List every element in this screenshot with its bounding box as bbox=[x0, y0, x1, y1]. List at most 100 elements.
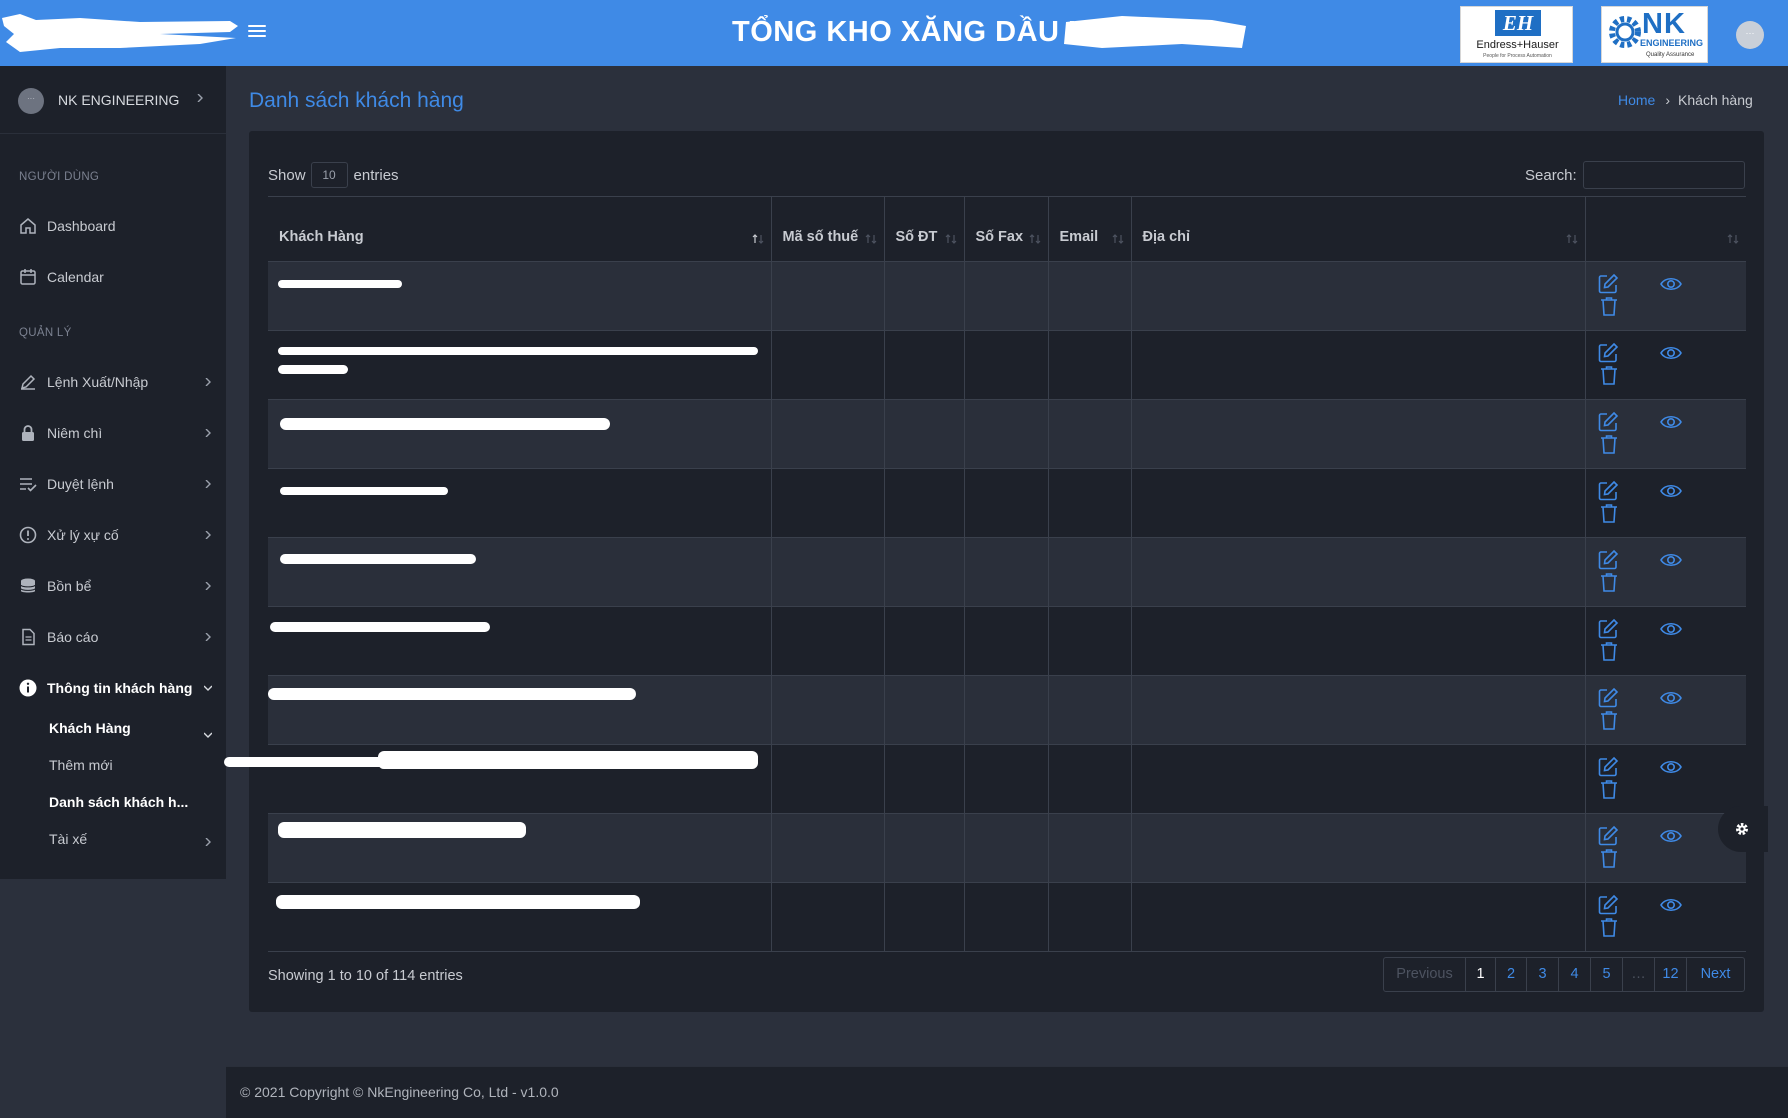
eye-icon[interactable] bbox=[1659, 756, 1682, 778]
trash-icon[interactable] bbox=[1598, 295, 1620, 317]
cell-fax bbox=[964, 675, 1049, 745]
cell-customer-name bbox=[268, 882, 772, 952]
cell-phone bbox=[884, 399, 965, 469]
user-avatar[interactable] bbox=[1736, 21, 1764, 49]
cell-fax bbox=[964, 537, 1049, 607]
column-header-dia-chi[interactable]: Địa chỉ bbox=[1131, 196, 1586, 262]
edit-icon[interactable] bbox=[1597, 273, 1619, 295]
sort-icon bbox=[1029, 234, 1040, 244]
edit-icon[interactable] bbox=[1597, 411, 1619, 433]
eye-icon[interactable] bbox=[1659, 687, 1682, 709]
chevron-right-icon bbox=[205, 378, 211, 386]
trash-icon[interactable] bbox=[1598, 433, 1620, 455]
edit-icon[interactable] bbox=[1597, 480, 1619, 502]
trash-icon[interactable] bbox=[1598, 571, 1620, 593]
pagination-page-12[interactable]: 12 bbox=[1655, 958, 1687, 991]
trash-icon[interactable] bbox=[1598, 778, 1620, 800]
eye-icon[interactable] bbox=[1659, 549, 1682, 571]
eye-icon[interactable] bbox=[1659, 618, 1682, 640]
trash-icon[interactable] bbox=[1598, 709, 1620, 731]
edit-icon[interactable] bbox=[1597, 825, 1619, 847]
database-icon bbox=[20, 578, 36, 593]
chevron-right-icon bbox=[205, 633, 211, 641]
edit-icon[interactable] bbox=[1597, 549, 1619, 571]
cell-actions bbox=[1585, 330, 1746, 400]
cell-customer-name bbox=[268, 330, 772, 400]
trash-icon[interactable] bbox=[1598, 502, 1620, 524]
sidebar-item-calendar[interactable]: Calendar bbox=[0, 258, 226, 298]
edit-icon[interactable] bbox=[1597, 618, 1619, 640]
pagination-page-1[interactable]: 1 bbox=[1466, 958, 1496, 991]
cell-phone bbox=[884, 675, 965, 745]
menu-toggle-icon[interactable] bbox=[248, 22, 266, 40]
column-header-khach-hang[interactable]: Khách Hàng bbox=[268, 196, 772, 262]
breadcrumb: Home › Khách hàng bbox=[1618, 92, 1753, 108]
sidebar-item-dashboard[interactable]: Dashboard bbox=[0, 207, 226, 247]
cell-phone bbox=[884, 606, 965, 676]
sort-icon bbox=[865, 234, 876, 244]
sidebar-item-lenh-xuat-nhap[interactable]: Lệnh Xuất/Nhập bbox=[0, 363, 226, 403]
cell-email bbox=[1048, 675, 1132, 745]
trash-icon[interactable] bbox=[1598, 847, 1620, 869]
column-header-so-dt[interactable]: Số ĐT bbox=[884, 196, 965, 262]
cell-tax-code bbox=[771, 744, 885, 814]
sidebar-sub-danh-sach-khach-hang[interactable]: Danh sách khách h... bbox=[0, 785, 226, 819]
cell-address bbox=[1131, 468, 1586, 538]
sidebar-sub-them-moi[interactable]: Thêm mới bbox=[0, 748, 226, 782]
sidebar-sub-khach-hang[interactable]: Khách Hàng bbox=[0, 711, 226, 745]
column-header-ma-so-thue[interactable]: Mã số thuế bbox=[771, 196, 885, 262]
pagination-page-4[interactable]: 4 bbox=[1559, 958, 1591, 991]
edit-icon[interactable] bbox=[1597, 342, 1619, 364]
sidebar-user[interactable]: NK ENGINEERING bbox=[0, 66, 226, 134]
sidebar-avatar bbox=[18, 88, 44, 114]
sidebar-item-thong-tin-khach-hang[interactable]: Thông tin khách hàng bbox=[0, 669, 226, 709]
edit-icon[interactable] bbox=[1597, 756, 1619, 778]
cell-tax-code bbox=[771, 330, 885, 400]
sidebar-item-xu-ly-su-co[interactable]: Xử lý xự cố bbox=[0, 516, 226, 556]
edit-icon[interactable] bbox=[1597, 894, 1619, 916]
cell-fax bbox=[964, 882, 1049, 952]
pagination-page-3[interactable]: 3 bbox=[1527, 958, 1559, 991]
pagination-previous[interactable]: Previous bbox=[1384, 958, 1466, 991]
sidebar-item-bon-be[interactable]: Bồn bể bbox=[0, 567, 226, 607]
entries-length-control: Show 10 entries bbox=[268, 162, 399, 188]
column-header-so-fax[interactable]: Số Fax bbox=[964, 196, 1049, 262]
eye-icon[interactable] bbox=[1659, 825, 1682, 847]
redacted-text bbox=[280, 487, 448, 495]
pagination-next[interactable]: Next bbox=[1687, 958, 1744, 991]
sidebar-item-bao-cao[interactable]: Báo cáo bbox=[0, 618, 226, 658]
pagination-page-5[interactable]: 5 bbox=[1591, 958, 1623, 991]
endress-hauser-logo: EH Endress+Hauser People for Process Aut… bbox=[1460, 6, 1573, 63]
chevron-right-icon bbox=[205, 429, 211, 437]
breadcrumb-home-link[interactable]: Home bbox=[1618, 92, 1655, 108]
eye-icon[interactable] bbox=[1659, 411, 1682, 433]
sidebar-item-duyet-lenh[interactable]: Duyệt lệnh bbox=[0, 465, 226, 505]
table-info: Showing 1 to 10 of 114 entries bbox=[268, 968, 463, 984]
cell-customer-name bbox=[268, 813, 772, 883]
column-header-email[interactable]: Email bbox=[1048, 196, 1132, 262]
eye-icon[interactable] bbox=[1659, 480, 1682, 502]
sidebar: NK ENGINEERING NGƯỜI DÙNG Dashboard Cale… bbox=[0, 66, 226, 879]
eye-icon[interactable] bbox=[1659, 894, 1682, 916]
trash-icon[interactable] bbox=[1598, 640, 1620, 662]
table-row bbox=[224, 744, 1746, 814]
file-icon bbox=[22, 628, 35, 646]
sidebar-item-niem-chi[interactable]: Niêm chì bbox=[0, 414, 226, 454]
sidebar-sub-tai-xe[interactable]: Tài xế bbox=[0, 822, 226, 856]
chevron-down-icon bbox=[204, 732, 212, 738]
entries-select[interactable]: 10 bbox=[310, 162, 348, 188]
nk-engineering-logo: NK ENGINEERING Quality Assurance bbox=[1601, 6, 1708, 63]
table-row bbox=[268, 261, 1746, 331]
trash-icon[interactable] bbox=[1598, 916, 1620, 938]
eye-icon[interactable] bbox=[1659, 342, 1682, 364]
cell-email bbox=[1048, 537, 1132, 607]
search-input[interactable] bbox=[1582, 161, 1745, 189]
edit-icon[interactable] bbox=[1597, 687, 1619, 709]
cell-phone bbox=[884, 744, 965, 814]
eye-icon[interactable] bbox=[1659, 273, 1682, 295]
trash-icon[interactable] bbox=[1598, 364, 1620, 386]
column-header-actions[interactable] bbox=[1585, 196, 1746, 262]
cell-actions bbox=[1585, 468, 1746, 538]
pagination-page-2[interactable]: 2 bbox=[1496, 958, 1527, 991]
settings-button[interactable] bbox=[1718, 806, 1768, 852]
